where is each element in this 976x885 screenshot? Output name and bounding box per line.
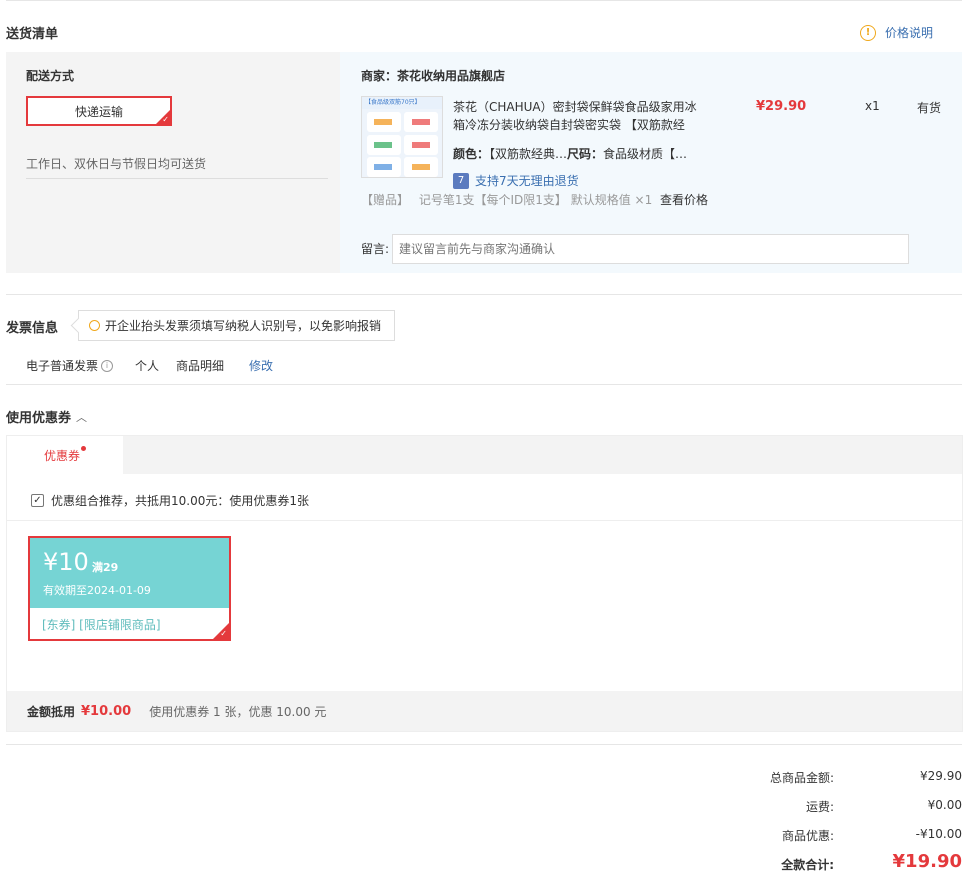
thumb-stripe xyxy=(374,119,392,125)
stock-status: 有货 xyxy=(917,101,942,115)
invoice-edit-link[interactable]: 修改 xyxy=(249,357,273,374)
chevron-up-icon: ︿ xyxy=(76,410,88,424)
notification-dot xyxy=(81,445,86,451)
color-value: 【双筋款经典… xyxy=(489,147,568,161)
product-quantity: x1 xyxy=(865,99,880,113)
product-title[interactable]: 茶花（CHAHUA）密封袋保鲜袋食品级家用冰 箱冷冻分装收纳袋自封袋密实袋 【双… xyxy=(453,98,738,134)
invoice-person: 个人 xyxy=(135,359,160,373)
summary-amount: ¥10.00 xyxy=(81,704,132,719)
shop-name[interactable]: 茶花收纳用品旗舰店 xyxy=(397,69,505,83)
product-spec: 颜色：【双筋款经典…尺码：食品级材质【… xyxy=(453,145,687,162)
top-divider xyxy=(6,0,962,1)
invoice-content: 商品明细 xyxy=(176,359,225,373)
discount-label: 商品优惠: xyxy=(781,829,834,843)
price-note-label: 价格说明 xyxy=(885,26,934,40)
gift-text: 记号笔1支【每个ID限1支】 默认规格值 ×1 xyxy=(418,193,653,207)
return-7day-icon: 7 xyxy=(453,172,469,189)
check-icon: ✓ xyxy=(220,629,227,638)
thumb-stripe xyxy=(412,142,430,148)
coupon-expiry: 有效期至2024-01-09 xyxy=(43,584,151,597)
delivery-time-text: 工作日、双休日与节假日均可送货 xyxy=(26,157,207,171)
gift-line: 【赠品】 记号笔1支【每个ID限1支】 默认规格值 ×1 查看价格 xyxy=(361,191,708,208)
color-label: 颜色： xyxy=(453,147,490,161)
product-title-line: 茶花（CHAHUA）密封袋保鲜袋食品级家用冰 xyxy=(453,100,697,114)
summary-text: 使用优惠券 1 张，优惠 10.00 元 xyxy=(149,705,327,719)
tab-coupons-label: 优惠券 xyxy=(43,448,80,463)
combo-row: ✓ 优惠组合推荐，共抵用10.00元：使用优惠券1张 xyxy=(31,492,309,509)
product-price: ¥29.90 xyxy=(756,99,807,114)
total-goods-label: 总商品金额: xyxy=(769,771,834,785)
thumb-banner: 【食品级双筋70只】 xyxy=(362,97,442,109)
invoice-tip: 开企业抬头发票须填写纳税人识别号，以免影响报销 xyxy=(78,310,395,341)
tab-coupons[interactable]: 优惠券 xyxy=(7,436,123,474)
combo-checkbox[interactable]: ✓ xyxy=(31,494,44,507)
freight-label: 运费: xyxy=(805,800,834,814)
grand-total-value: ¥19.90 xyxy=(892,851,962,872)
product-title-line: 箱冷冻分装收纳袋自封袋密实袋 【双筋款经 xyxy=(453,118,685,132)
coupon-face: ¥10 满29 有效期至2024-01-09 xyxy=(30,538,229,608)
view-price-link[interactable]: 查看价格 xyxy=(660,193,708,207)
return-policy-text: 支持7天无理由退货 xyxy=(475,174,579,188)
discount-value: -¥10.00 xyxy=(915,827,962,841)
thumb-stripe xyxy=(374,142,392,148)
gift-tag: 【赠品】 xyxy=(361,193,410,207)
check-icon: ✓ xyxy=(162,115,169,124)
size-label: 尺码： xyxy=(567,147,604,161)
freight-value: ¥0.00 xyxy=(927,798,962,812)
section-divider xyxy=(6,384,962,385)
coupon-summary: 金额抵用 ¥10.00 使用优惠券 1 张，优惠 10.00 元 xyxy=(27,703,326,720)
coupons-title: 使用优惠券 xyxy=(6,411,72,426)
combo-divider xyxy=(7,520,962,521)
price-note-link[interactable]: ! 价格说明 xyxy=(860,24,933,41)
invoice-row: 电子普通发票 i 个人 商品明细 修改 xyxy=(26,357,273,374)
coupon-panel: 优惠券 ✓ 优惠组合推荐，共抵用10.00元：使用优惠券1张 ¥10 满29 有… xyxy=(6,435,963,732)
shop-line: 商家：茶花收纳用品旗舰店 xyxy=(361,67,505,84)
grand-total-label: 全款合计: xyxy=(781,858,834,872)
shipping-divider xyxy=(26,178,328,179)
summary-label: 金额抵用 xyxy=(27,705,76,719)
express-shipping-button[interactable]: 快递运输 ✓ xyxy=(26,96,172,126)
lightbulb-icon xyxy=(89,320,100,331)
coupon-amount: ¥10 xyxy=(43,548,89,576)
thumb-stripe xyxy=(412,164,430,170)
section-divider xyxy=(6,744,962,745)
shipping-method-label: 配送方式 xyxy=(26,69,75,83)
note-label: 留言: xyxy=(361,242,390,256)
invoice-title: 发票信息 xyxy=(6,321,59,336)
size-value: 食品级材质【… xyxy=(603,147,688,161)
coupon-tags: [东券] [限店铺限商品] xyxy=(42,618,161,632)
section-divider xyxy=(6,294,962,295)
note-input[interactable] xyxy=(392,234,909,264)
delivery-list-title: 送货清单 xyxy=(6,27,59,42)
coupon-summary-bar: 金额抵用 ¥10.00 使用优惠券 1 张，优惠 10.00 元 xyxy=(7,691,962,731)
coupons-toggle[interactable]: 使用优惠券 ︿ xyxy=(6,407,88,427)
total-goods-value: ¥29.90 xyxy=(920,769,962,783)
coupon-condition: 满29 xyxy=(92,561,119,574)
thumb-stripe xyxy=(374,164,392,170)
invoice-tip-text: 开企业抬头发票须填写纳税人识别号，以免影响报销 xyxy=(105,319,382,333)
info-icon[interactable]: i xyxy=(101,359,114,372)
return-policy: 7 支持7天无理由退货 xyxy=(453,172,579,189)
product-thumbnail[interactable]: 【食品级双筋70只】 xyxy=(361,96,443,178)
combo-text: 优惠组合推荐，共抵用10.00元：使用优惠券1张 xyxy=(51,494,309,508)
warning-icon: ! xyxy=(860,24,876,41)
invoice-type: 电子普通发票 xyxy=(26,359,99,373)
thumb-stripe xyxy=(412,119,430,125)
express-shipping-label: 快递运输 xyxy=(74,104,123,119)
shop-label: 商家： xyxy=(361,69,398,83)
coupon-tab-bar xyxy=(7,436,962,474)
coupon-card[interactable]: ¥10 满29 有效期至2024-01-09 [东券] [限店铺限商品] ✓ xyxy=(28,536,231,641)
